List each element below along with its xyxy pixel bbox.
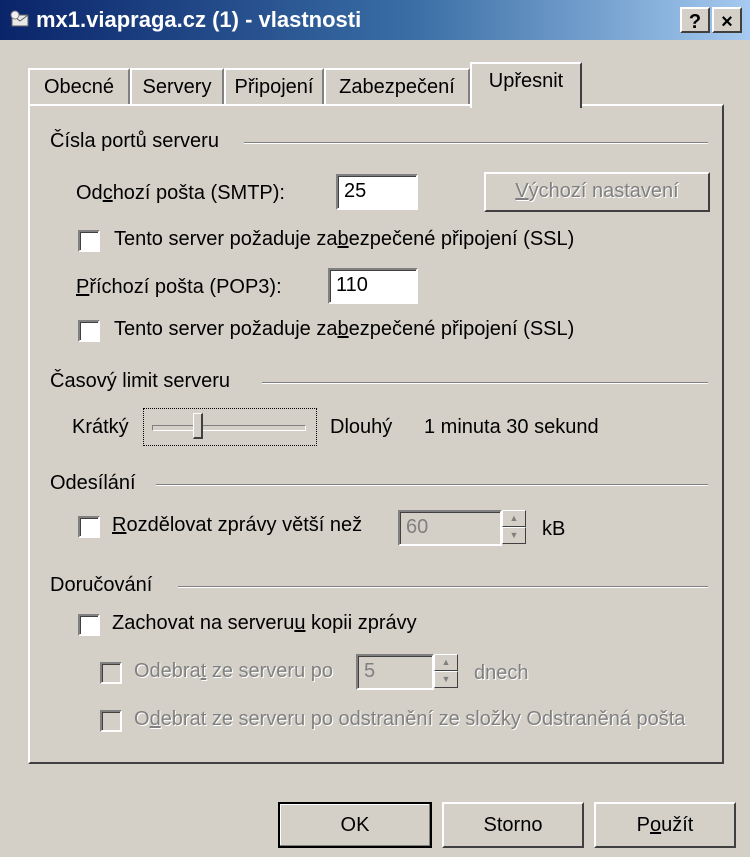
spin-up-icon[interactable]: ▲ [434, 654, 458, 671]
tab-connection[interactable]: Připojení [224, 68, 324, 106]
remove-after-days-checkbox[interactable] [100, 662, 122, 684]
help-button[interactable]: ? [680, 7, 710, 33]
remove-days-spinner[interactable]: ▲ ▼ [434, 654, 458, 688]
advanced-panel: Čísla portů serveru Odchozí pošta (SMTP)… [28, 104, 724, 764]
split-size-spinner[interactable]: ▲ ▼ [502, 510, 526, 544]
ports-group-label: Čísla portů serveru [50, 130, 219, 152]
keep-copy-label: Zachovat na serveruu kopii zprávy [112, 612, 417, 634]
tab-label: Upřesnit [488, 70, 564, 92]
tab-label: Obecné [43, 76, 115, 98]
pop3-ssl-checkbox[interactable] [78, 320, 100, 342]
timeout-group-line [262, 382, 708, 384]
ok-button[interactable]: OK [278, 802, 432, 848]
split-size-unit: kB [542, 518, 566, 540]
smtp-ssl-label: Tento server požaduje zabezpečené připoj… [114, 228, 575, 250]
ports-group-line [244, 142, 708, 144]
timeout-short-label: Krátký [72, 416, 129, 438]
sending-group-label: Odesílání [50, 472, 136, 494]
tab-advanced[interactable]: Upřesnit [470, 62, 582, 108]
spin-down-icon[interactable]: ▼ [502, 527, 526, 544]
split-messages-checkbox[interactable] [78, 516, 100, 538]
split-messages-label: Rozdělovat zprávy větší než [112, 514, 363, 536]
apply-button[interactable]: Použít [594, 802, 736, 848]
delivery-group-label: Doručování [50, 574, 153, 596]
delivery-group-line [178, 586, 708, 588]
pop3-ssl-label: Tento server požaduje zabezpečené připoj… [114, 318, 575, 340]
timeout-long-label: Dlouhý [330, 416, 393, 438]
tab-label: Připojení [234, 76, 314, 98]
tab-general[interactable]: Obecné [28, 68, 130, 106]
slider-track [152, 425, 306, 431]
timeout-group-label: Časový limit serveru [50, 370, 231, 392]
spin-up-icon[interactable]: ▲ [502, 510, 526, 527]
pop3-port-label: Příchozí pošta (POP3): [76, 276, 282, 298]
pop3-port-input[interactable]: 110 [328, 268, 418, 304]
cancel-button[interactable]: Storno [442, 802, 584, 848]
close-button[interactable]: × [712, 7, 742, 33]
smtp-port-input[interactable]: 25 [336, 174, 418, 210]
remove-after-days-input[interactable]: 5 [356, 654, 434, 690]
timeout-slider[interactable] [143, 408, 317, 446]
tab-label: Zabezpečení [339, 76, 455, 98]
tab-servers[interactable]: Servery [130, 68, 224, 106]
keep-copy-checkbox[interactable] [78, 614, 100, 636]
smtp-port-label: Odchozí pošta (SMTP): [76, 182, 285, 204]
sending-group-line [156, 484, 708, 486]
timeout-value-text: 1 minuta 30 sekund [424, 416, 599, 438]
remove-deleted-checkbox[interactable] [100, 710, 122, 732]
smtp-ssl-checkbox[interactable] [78, 230, 100, 252]
window-title: mx1.viapraga.cz (1) - vlastnosti [36, 7, 362, 32]
title-bar: mx1.viapraga.cz (1) - vlastnosti ? × [0, 0, 750, 40]
remove-after-days-label: Odebrat ze serveru po [134, 660, 334, 682]
tab-security[interactable]: Zabezpečení [324, 68, 470, 106]
default-settings-button[interactable]: Výchozí nastavení [484, 172, 710, 212]
spin-down-icon[interactable]: ▼ [434, 671, 458, 688]
mail-account-icon [10, 10, 29, 27]
slider-thumb[interactable] [192, 413, 203, 439]
split-size-input[interactable]: 60 [398, 510, 502, 546]
remove-days-unit: dnech [474, 662, 529, 684]
remove-deleted-label: Odebrat ze serveru po odstranění ze slož… [134, 708, 686, 730]
tab-label: Servery [142, 76, 212, 98]
